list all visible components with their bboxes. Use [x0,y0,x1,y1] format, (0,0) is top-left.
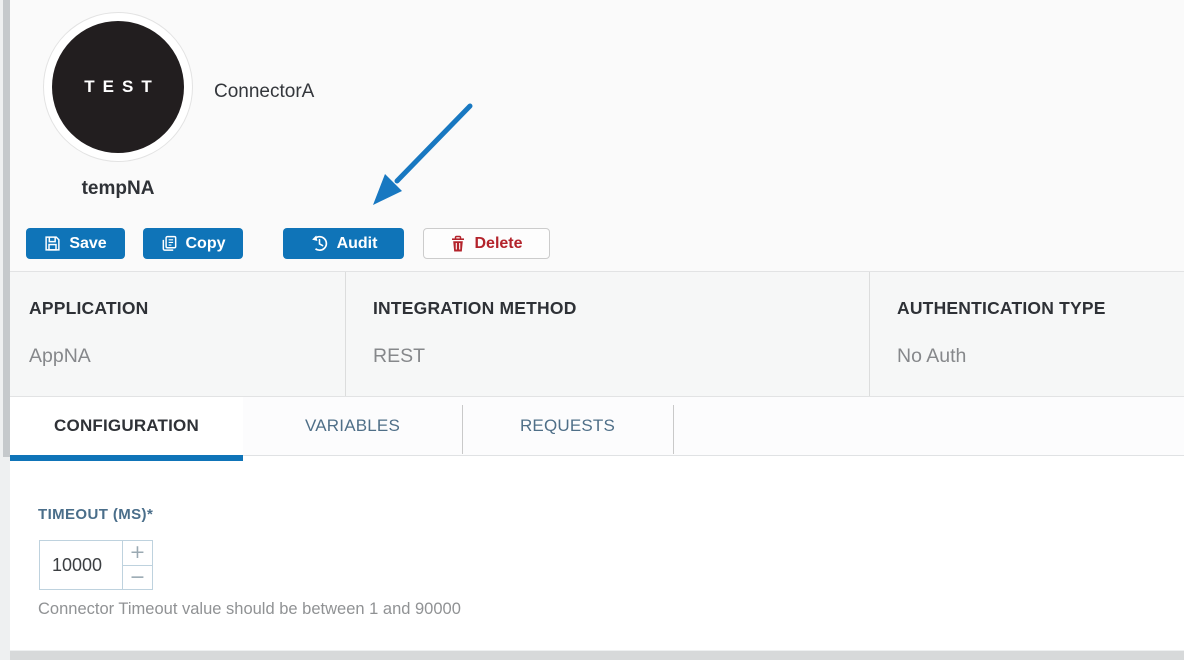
summary-value: AppNA [29,345,91,368]
summary-label: APPLICATION [29,298,149,319]
save-button-label: Save [69,235,106,253]
main-content: TEST ConnectorA tempNA Save [10,0,1184,650]
avatar-circle: TEST [52,21,184,153]
save-button[interactable]: Save [26,228,125,259]
trash-icon [450,235,466,253]
delete-button[interactable]: Delete [423,228,550,259]
summary-band: APPLICATION AppNA INTEGRATION METHOD RES… [10,271,1184,397]
vertical-scrollbar-thumb[interactable] [3,0,10,457]
copy-button-label: Copy [186,235,226,253]
summary-column-authentication-type: AUTHENTICATION TYPE No Auth [869,272,1184,396]
active-tab-indicator [10,455,243,461]
tab-divider [673,405,674,454]
summary-label: AUTHENTICATION TYPE [897,298,1106,319]
increment-button[interactable]: + [123,540,153,566]
tab-variables[interactable]: VARIABLES [243,397,462,455]
audit-history-icon [310,234,329,253]
timeout-stepper: + − [123,540,153,590]
tab-divider [462,405,463,454]
summary-label: INTEGRATION METHOD [373,298,577,319]
connector-avatar: TEST [43,12,193,162]
tab-requests[interactable]: REQUESTS [462,397,673,455]
configuration-panel: TIMEOUT (MS)* + − Connector Timeout valu… [10,462,1184,650]
copy-icon [161,235,178,252]
timeout-stepper-group: + − [39,540,153,590]
template-name: tempNA [43,178,193,200]
timeout-input[interactable] [39,540,123,590]
horizontal-scrollbar-track[interactable] [10,650,1184,660]
save-icon [44,235,61,252]
timeout-field-label: TIMEOUT (MS)* [38,506,153,523]
avatar-label: TEST [76,77,159,97]
connector-name: ConnectorA [214,81,314,103]
vertical-scrollbar-track[interactable] [0,0,10,660]
horizontal-scrollbar-thumb[interactable] [10,651,1184,660]
decrement-button[interactable]: − [123,566,153,591]
plus-icon: + [130,543,146,562]
audit-button-label: Audit [337,235,378,253]
audit-button[interactable]: Audit [283,228,404,259]
minus-icon: − [130,568,146,587]
copy-button[interactable]: Copy [143,228,243,259]
connector-detail-page: TEST ConnectorA tempNA Save [0,0,1184,660]
connector-header: TEST ConnectorA tempNA Save [10,0,1184,271]
delete-button-label: Delete [474,235,522,253]
tab-bar: CONFIGURATION VARIABLES REQUESTS [10,397,1184,456]
summary-column-integration-method: INTEGRATION METHOD REST [345,272,869,396]
tab-configuration[interactable]: CONFIGURATION [10,397,243,455]
summary-value: No Auth [897,345,966,368]
summary-column-application: APPLICATION AppNA [10,272,345,396]
timeout-help-text: Connector Timeout value should be betwee… [38,600,461,619]
summary-value: REST [373,345,425,368]
annotation-arrow [345,93,485,218]
